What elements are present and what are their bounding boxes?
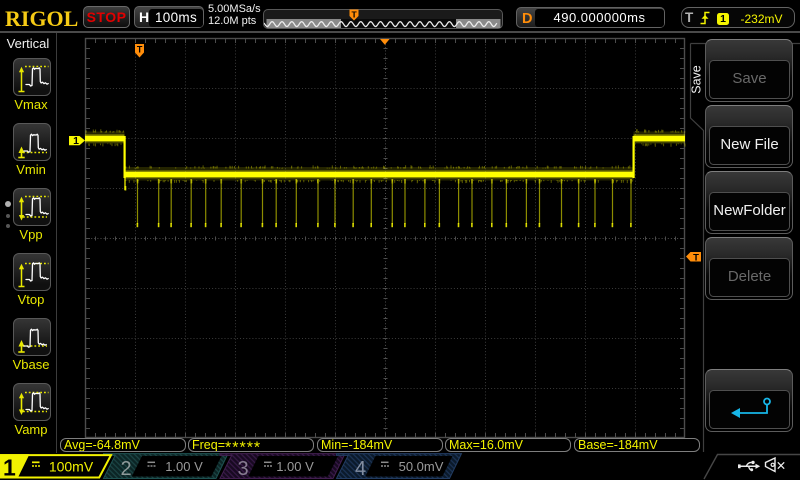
svg-text:1.00 V: 1.00 V (276, 459, 314, 474)
svg-text:1: 1 (3, 455, 16, 480)
svg-text:1.00 V: 1.00 V (165, 459, 203, 474)
svg-text:T: T (137, 45, 143, 55)
svg-text:3: 3 (238, 458, 249, 480)
svg-text:T: T (351, 9, 357, 19)
svg-text:100mV: 100mV (49, 459, 94, 475)
svg-text:2: 2 (121, 458, 132, 480)
svg-text:4: 4 (355, 458, 366, 480)
svg-text:1: 1 (73, 135, 79, 147)
svg-text:50.0mV: 50.0mV (399, 459, 444, 474)
